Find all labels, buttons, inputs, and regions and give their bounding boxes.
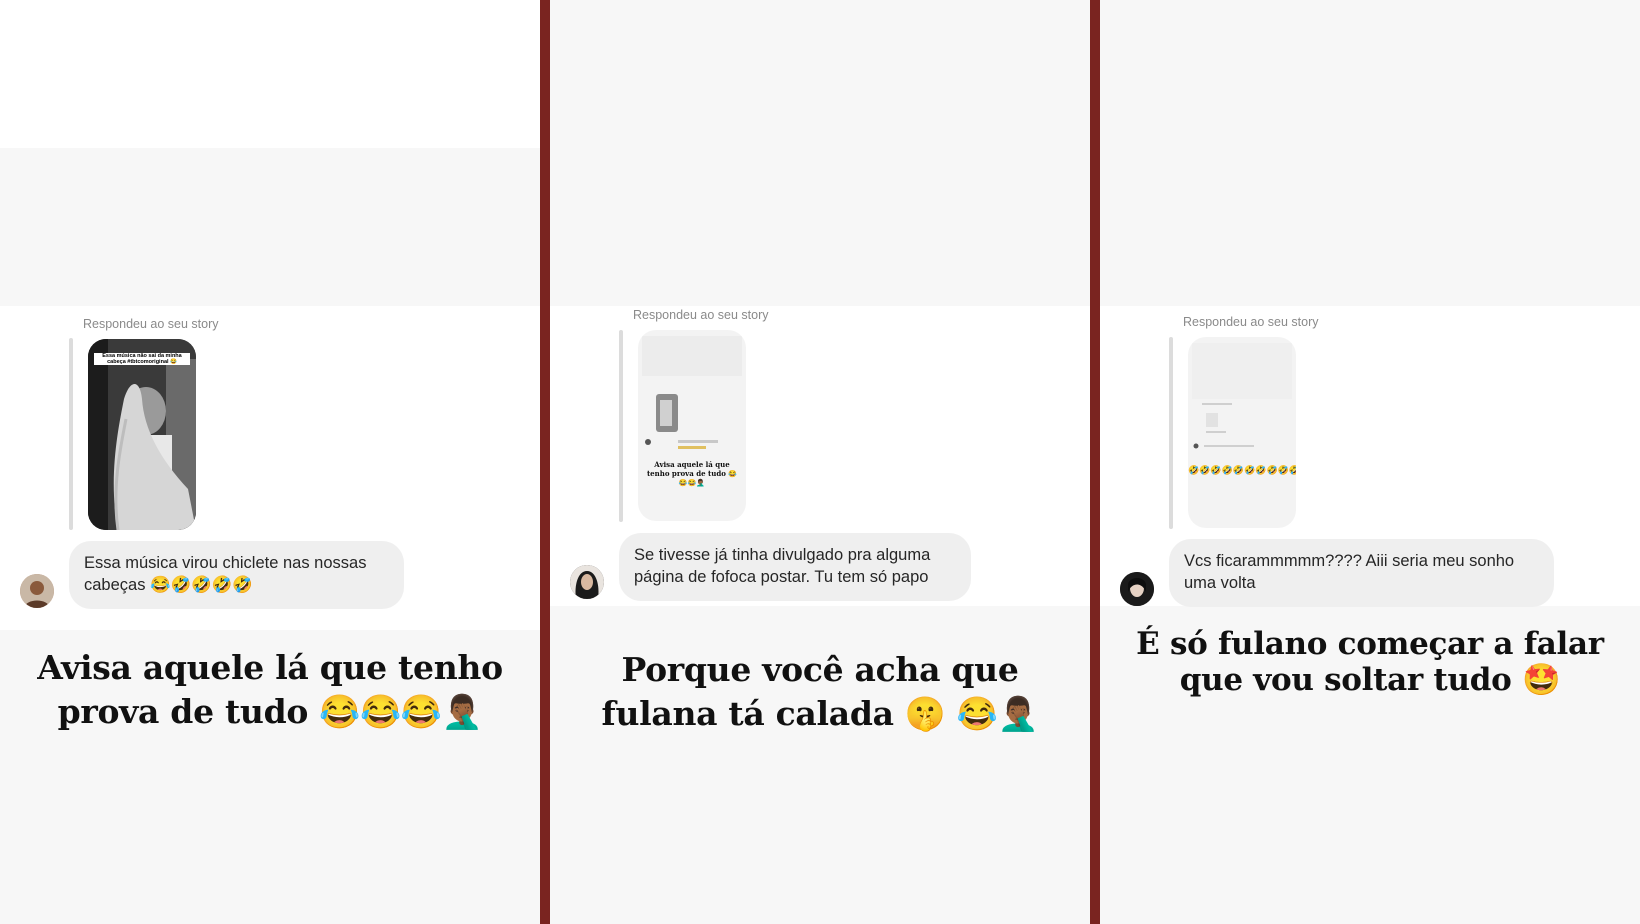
story-thumbnail[interactable]: Essa música não sai da minha cabeça #tbt… <box>88 339 196 530</box>
avatar[interactable] <box>1120 572 1154 606</box>
reply-quote-line <box>619 330 623 522</box>
story-reply-label: Respondeu ao seu story <box>83 317 219 331</box>
avatar[interactable] <box>20 574 54 608</box>
story-mini-content <box>1193 403 1254 449</box>
message-bubble[interactable]: Vcs ficarammmmm???? Aiii seria meu sonho… <box>1169 539 1554 607</box>
story-panel-2: Respondeu ao seu story Avisa aquele lá q… <box>550 0 1090 924</box>
story-thumbnail[interactable]: Avisa aquele lá que tenho prova de tudo … <box>638 330 746 521</box>
avatar-image <box>20 574 54 608</box>
story-thumbnail-top <box>642 336 742 376</box>
story-thumbnail-emojis: 🤣🤣🤣🤣🤣🤣🤣🤣🤣🤣 <box>1188 465 1296 475</box>
top-blank-area <box>0 0 540 148</box>
story-photo <box>88 339 196 530</box>
avatar-image <box>1120 572 1154 606</box>
story-panel-1: Respondeu ao seu story Essa música não s… <box>0 0 540 924</box>
reply-quote-line <box>1169 337 1173 529</box>
story-caption: Avisa aquele lá que tenho prova de tudo … <box>37 648 503 731</box>
story-caption: Porque você acha que fulana tá calada 🤫 … <box>601 650 1039 733</box>
reply-quote-line <box>69 338 73 530</box>
avatar[interactable] <box>570 565 604 599</box>
top-blank-area <box>550 0 1090 148</box>
story-panel-3: Respondeu ao seu story 🤣🤣🤣🤣🤣🤣🤣🤣🤣🤣 Vcs fi… <box>1100 0 1640 924</box>
top-blank-area <box>1100 0 1640 148</box>
story-caption: É só fulano começar a falar que vou solt… <box>1136 626 1604 698</box>
story-thumbnail-top <box>1192 343 1292 399</box>
story-thumbnail-text: Essa música não sai da minha cabeça #tbt… <box>94 353 190 365</box>
story-thumbnail[interactable]: 🤣🤣🤣🤣🤣🤣🤣🤣🤣🤣 <box>1188 337 1296 528</box>
story-reply-label: Respondeu ao seu story <box>633 308 769 322</box>
message-bubble[interactable]: Essa música virou chiclete nas nossas ca… <box>69 541 404 609</box>
avatar-image <box>570 565 604 599</box>
message-bubble[interactable]: Se tivesse já tinha divulgado pra alguma… <box>619 533 971 601</box>
story-thumbnail-text: Avisa aquele lá que tenho prova de tudo … <box>646 460 738 487</box>
story-mini-photo <box>645 394 718 449</box>
story-reply-label: Respondeu ao seu story <box>1183 315 1319 329</box>
